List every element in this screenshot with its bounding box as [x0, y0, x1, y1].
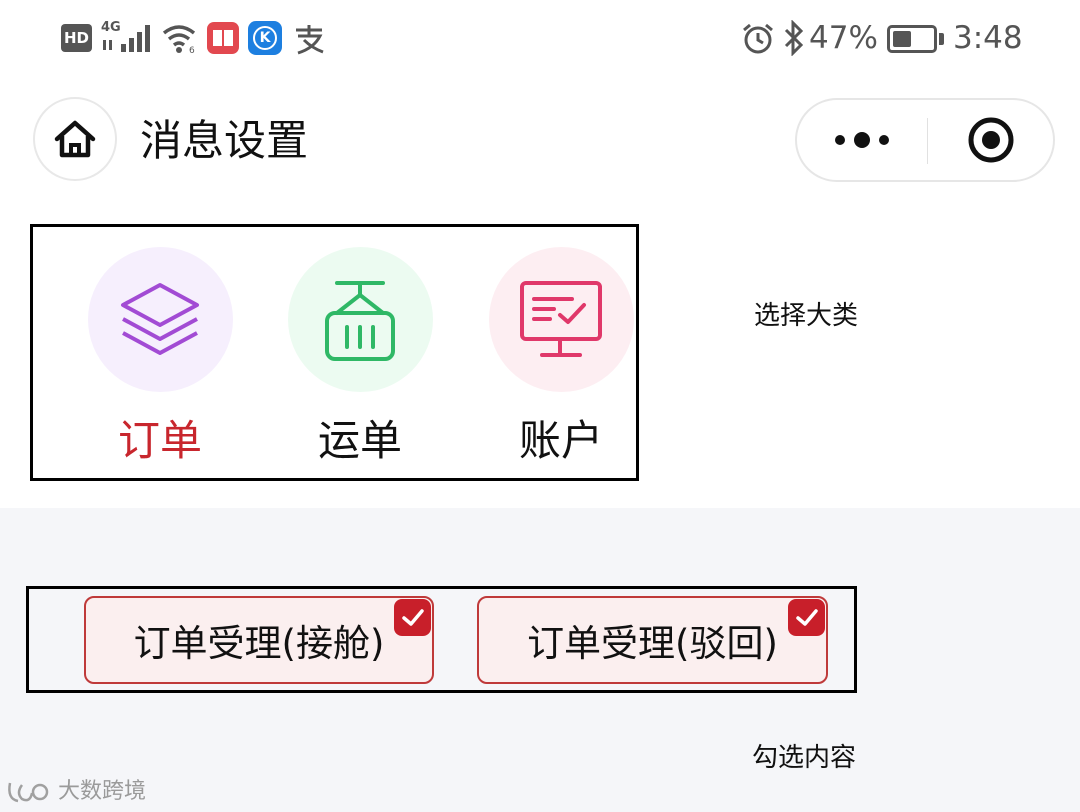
alipay-icon — [292, 22, 326, 56]
page-title: 消息设置 — [140, 116, 309, 165]
more-dots-icon — [835, 132, 889, 148]
checkbox-group: 订单受理(接舱) 订单受理(驳回) — [26, 586, 857, 693]
category-account-label: 账户 — [518, 416, 603, 465]
category-account-circle — [488, 247, 634, 392]
svg-text:6: 6 — [189, 46, 195, 54]
check-icon — [394, 599, 431, 636]
watermark: 大数跨境 — [6, 775, 146, 809]
monitor-icon — [520, 280, 602, 357]
checkbox-order-reject[interactable]: 订单受理(驳回) — [477, 596, 828, 684]
category-order[interactable]: 订单 — [60, 247, 260, 468]
wifi-icon: 6 — [162, 22, 200, 56]
book-app-icon — [207, 22, 239, 54]
category-order-label: 订单 — [117, 416, 202, 465]
checkbox-order-accept[interactable]: 订单受理(接舱) — [84, 596, 434, 684]
category-order-circle — [87, 247, 233, 392]
category-waybill-circle — [287, 247, 433, 392]
category-account[interactable]: 账户 — [461, 247, 661, 468]
hd-icon: HD — [61, 24, 92, 52]
category-waybill-label: 运单 — [317, 416, 402, 465]
close-target-icon — [968, 117, 1013, 163]
check-icon — [788, 599, 825, 636]
bluetooth-icon — [783, 19, 805, 57]
category-selector: 订单 运单 账户 — [30, 224, 639, 481]
annotation-check-content: 勾选内容 — [752, 743, 857, 773]
battery-icon — [887, 25, 945, 53]
watermark-logo-icon — [8, 782, 49, 803]
annotation-select-category: 选择大类 — [754, 301, 859, 331]
more-button[interactable] — [797, 100, 927, 180]
4g-signal-icon: 4G — [101, 20, 153, 54]
mini-program-capsule — [795, 98, 1055, 182]
home-button[interactable] — [33, 97, 117, 181]
status-time: 3:48 — [953, 20, 1023, 56]
cargo-crate-icon — [325, 280, 395, 361]
battery-percent: 47% — [809, 20, 878, 56]
layers-icon — [121, 282, 199, 355]
checkbox-order-accept-label: 订单受理(接舱) — [133, 622, 385, 665]
alarm-icon — [741, 22, 775, 56]
home-icon — [54, 120, 96, 158]
k-app-icon: K — [248, 21, 282, 55]
checkbox-order-reject-label: 订单受理(驳回) — [527, 622, 778, 665]
close-button[interactable] — [928, 100, 1053, 180]
category-waybill[interactable]: 运单 — [260, 247, 460, 468]
status-bar: HD 4G 6 K 47% 3:48 — [0, 0, 1080, 80]
watermark-text: 大数跨境 — [58, 779, 147, 804]
